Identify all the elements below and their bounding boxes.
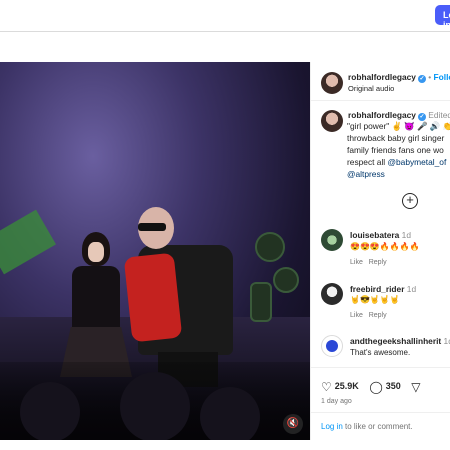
author-avatar[interactable] xyxy=(321,72,343,94)
comment-text: 🤘😎🤘🤘🤘 xyxy=(350,295,400,304)
comment-reply-button[interactable]: Reply xyxy=(369,259,387,266)
caption-line: respect all @babymetal_of xyxy=(347,157,447,167)
edited-label: Edited xyxy=(428,110,450,120)
speaker-muted-icon[interactable]: 🔇 xyxy=(283,414,303,434)
comment-header: louisebatera 1d xyxy=(350,230,411,240)
login-link[interactable]: Log in xyxy=(321,422,343,431)
top-bar: Log in xyxy=(0,0,450,32)
caption-avatar[interactable] xyxy=(321,110,343,132)
commenter-username[interactable]: freebird_rider xyxy=(350,284,404,294)
comment-header: freebird_rider 1d xyxy=(350,284,416,294)
comments-count[interactable]: 350 xyxy=(386,381,401,391)
post-modal: 🔇 robhalfordlegacy✓ • Follow Original au… xyxy=(0,62,450,440)
mention-link[interactable]: @altpress xyxy=(347,168,450,180)
performer-man xyxy=(123,207,248,387)
commenter-username[interactable]: louisebatera xyxy=(350,230,399,240)
caption-text: "girl power" ✌ 😈 🎤 🔊 👏 throwback baby gi… xyxy=(347,120,450,180)
post-header: robhalfordlegacy✓ • Follow xyxy=(348,72,450,83)
commenter-avatar[interactable] xyxy=(321,229,343,251)
comment-time: 1d xyxy=(443,336,450,346)
posted-time: 1 day ago xyxy=(321,398,352,405)
comment-time: 1d xyxy=(401,230,411,240)
author-username[interactable]: robhalfordlegacy xyxy=(348,72,416,82)
drum-kit xyxy=(245,222,305,332)
commenter-avatar[interactable] xyxy=(321,335,343,357)
audio-label[interactable]: Original audio xyxy=(348,84,394,93)
caption-line: "girl power" ✌ 😈 🎤 🔊 👏 xyxy=(347,121,450,131)
comment-like-button[interactable]: Like xyxy=(350,259,363,266)
follow-button[interactable]: Follow xyxy=(434,72,450,82)
login-prompt: Log in to like or comment. xyxy=(321,422,413,431)
paper-plane-icon[interactable]: ▽ xyxy=(411,380,420,394)
comment-bubble-icon[interactable]: ◯ xyxy=(369,380,382,394)
mention-link[interactable]: @babymetal_of xyxy=(388,157,447,167)
stage-light xyxy=(0,209,56,275)
verified-badge-icon: ✓ xyxy=(417,75,426,83)
commenter-avatar[interactable] xyxy=(321,283,343,305)
comment-header: andthegeekshallinherit 1d xyxy=(350,336,450,346)
comment-like-button[interactable]: Like xyxy=(350,312,363,319)
plus-circle-icon[interactable]: + xyxy=(402,193,418,209)
heart-icon[interactable]: ♡ xyxy=(321,380,332,394)
comment-text: 😍😍😍🔥🔥🔥🔥 xyxy=(350,242,420,251)
caption-username[interactable]: robhalfordlegacy xyxy=(348,110,416,120)
comment-reply-button[interactable]: Reply xyxy=(369,312,387,319)
commenter-username[interactable]: andthegeekshallinherit xyxy=(350,336,441,346)
divider xyxy=(311,100,450,101)
post-video[interactable]: 🔇 xyxy=(0,62,310,440)
caption-line: throwback baby girl singer xyxy=(347,133,445,143)
post-actions: ♡ 25.9K ◯ 350 ▽ xyxy=(321,380,424,394)
likes-count[interactable]: 25.9K xyxy=(335,381,359,391)
post-side-panel: robhalfordlegacy✓ • Follow Original audi… xyxy=(310,62,450,440)
comment-actions: Like Reply xyxy=(350,259,387,266)
caption-line: family friends fans one wo xyxy=(347,145,444,155)
comment-time: 1d xyxy=(406,284,417,294)
login-button[interactable]: Log in xyxy=(435,5,450,25)
divider xyxy=(311,367,450,368)
divider xyxy=(311,412,450,413)
comment-text: That's awesome. xyxy=(350,348,411,357)
crowd xyxy=(0,362,310,440)
comment-actions: Like Reply xyxy=(350,312,387,319)
